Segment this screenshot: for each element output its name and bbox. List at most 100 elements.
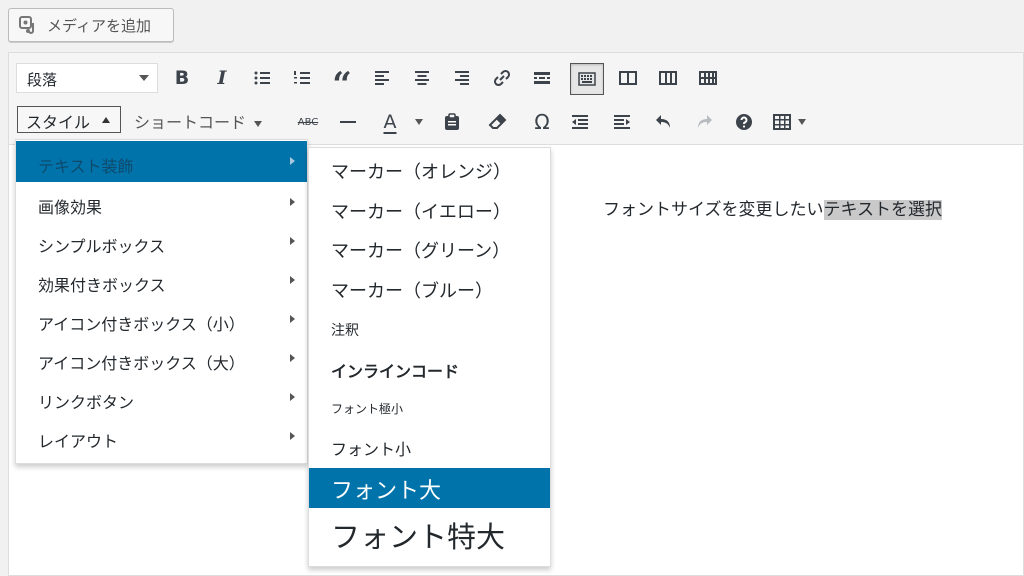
eraser-icon [488, 113, 507, 129]
numbered-list-button[interactable] [287, 63, 317, 93]
submenu-item-font-large[interactable]: フォント大 [309, 468, 550, 508]
text-plain: フォントサイズを変更したい [603, 200, 824, 220]
paste-text-button[interactable] [437, 107, 467, 137]
outdent-button[interactable] [565, 107, 595, 137]
style-dropdown-button[interactable]: スタイル [17, 106, 121, 133]
omega-icon: Ω [534, 110, 550, 134]
format-select[interactable]: 段落 [16, 63, 158, 93]
submenu-item-marker-blue[interactable]: マーカー（ブルー） [309, 277, 550, 303]
align-center-icon [415, 71, 429, 85]
two-column-button[interactable] [613, 63, 643, 93]
chevron-up-icon [102, 117, 110, 123]
submenu-item-marker-yellow[interactable]: マーカー（イエロー） [309, 198, 550, 224]
indent-icon [614, 115, 630, 129]
menu-item-label: シンプルボックス [38, 237, 166, 256]
menu-item-label: アイコン付きボックス（小） [38, 315, 245, 334]
chevron-right-icon [290, 157, 295, 165]
style-menu-item-layout[interactable]: レイアウト [16, 416, 307, 455]
format-select-value: 段落 [27, 71, 58, 89]
italic-button[interactable]: I [207, 63, 237, 93]
bullet-list-button[interactable] [247, 63, 277, 93]
chevron-down-icon [415, 119, 423, 125]
media-icon [19, 15, 39, 35]
submenu-item-font-xlarge[interactable]: フォント特大 [309, 514, 550, 556]
menu-item-label: フォント大 [331, 479, 442, 504]
blockquote-button[interactable]: “ [327, 63, 357, 105]
chevron-right-icon [290, 237, 295, 245]
bold-button[interactable]: B [167, 63, 197, 93]
style-menu-item-simple-box[interactable]: シンプルボックス [16, 221, 307, 260]
menu-item-label: フォント極小 [331, 402, 404, 416]
style-menu-item-image-effect[interactable]: 画像効果 [16, 182, 307, 221]
undo-icon [656, 115, 670, 128]
italic-icon: I [217, 67, 227, 89]
align-right-button[interactable] [447, 63, 477, 93]
style-menu-item-icon-box-large[interactable]: アイコン付きボックス（大） [16, 338, 307, 377]
four-column-button[interactable] [693, 63, 723, 93]
text-color-button[interactable]: A [375, 107, 405, 137]
table-icon [773, 114, 791, 130]
style-menu-item-text-decoration[interactable]: テキスト装飾 [16, 141, 307, 182]
style-label: スタイル [26, 113, 91, 132]
text-selection: テキストを選択 [823, 200, 942, 220]
align-left-button[interactable] [367, 63, 397, 93]
three-column-icon [659, 71, 677, 85]
menu-item-label: インラインコード [331, 362, 460, 381]
horizontal-line-button[interactable] [333, 107, 363, 137]
menu-item-label: マーカー（ブルー） [331, 281, 493, 302]
align-right-icon [455, 71, 469, 85]
style-menu-item-icon-box-small[interactable]: アイコン付きボックス（小） [16, 299, 307, 338]
help-button[interactable] [729, 107, 759, 137]
style-menu: テキスト装飾 画像効果 シンプルボックス 効果付きボックス アイコン付きボックス… [15, 139, 308, 464]
chevron-right-icon [290, 432, 295, 440]
strikethrough-button[interactable]: ABC [293, 107, 323, 137]
bullet-list-icon [254, 71, 270, 85]
read-more-button[interactable] [527, 63, 557, 93]
menu-item-label: アイコン付きボックス（大） [38, 354, 245, 373]
strikethrough-icon: ABC [297, 116, 319, 128]
submenu-item-inline-code[interactable]: インラインコード [309, 358, 550, 382]
editor-toolbar: 段落 B I “ スタイル ショートコード ABC A Ω [9, 53, 1023, 145]
outdent-icon [572, 115, 588, 129]
chevron-down-icon [254, 120, 263, 127]
menu-item-label: リンクボタン [38, 393, 135, 412]
redo-icon [698, 115, 712, 128]
style-menu-item-effect-box[interactable]: 効果付きボックス [16, 260, 307, 299]
chevron-down-icon [798, 119, 806, 125]
redo-button[interactable] [689, 107, 719, 137]
shortcode-dropdown-button[interactable]: ショートコード [134, 107, 263, 133]
blockquote-icon: “ [332, 65, 352, 105]
three-column-button[interactable] [653, 63, 683, 93]
editor-text[interactable]: フォントサイズを変更したいテキストを選択 [603, 195, 942, 220]
menu-item-label: マーカー（グリーン） [331, 241, 511, 262]
toolbar-toggle-button[interactable] [570, 63, 604, 95]
clear-formatting-button[interactable] [483, 107, 513, 137]
shortcode-label: ショートコード [134, 113, 247, 132]
menu-item-label: マーカー（イエロー） [331, 202, 511, 223]
special-character-button[interactable]: Ω [527, 107, 557, 137]
chevron-right-icon [290, 198, 295, 206]
chevron-right-icon [290, 276, 295, 284]
chevron-right-icon [290, 354, 295, 362]
table-button[interactable] [765, 107, 813, 137]
submenu-item-annotation[interactable]: 注釈 [309, 320, 550, 340]
style-menu-item-link-button[interactable]: リンクボタン [16, 377, 307, 416]
link-button[interactable] [487, 63, 517, 93]
text-color-dropdown[interactable] [411, 107, 427, 137]
indent-button[interactable] [607, 107, 637, 137]
bold-icon: B [174, 67, 190, 89]
read-more-icon [534, 72, 550, 84]
submenu-item-font-small[interactable]: フォント小 [309, 436, 550, 460]
two-column-icon [619, 71, 637, 85]
align-center-button[interactable] [407, 63, 437, 93]
menu-item-label: 画像効果 [38, 198, 103, 217]
numbered-list-icon [294, 71, 310, 84]
submenu-item-marker-orange[interactable]: マーカー（オレンジ） [309, 158, 550, 184]
submenu-item-marker-green[interactable]: マーカー（グリーン） [309, 237, 550, 263]
undo-button[interactable] [649, 107, 679, 137]
add-media-button[interactable]: メディアを追加 [8, 8, 174, 42]
menu-item-label: 注釈 [331, 323, 359, 339]
paste-icon [445, 113, 459, 130]
chevron-right-icon [290, 315, 295, 323]
submenu-item-font-xsmall[interactable]: フォント極小 [309, 400, 550, 417]
